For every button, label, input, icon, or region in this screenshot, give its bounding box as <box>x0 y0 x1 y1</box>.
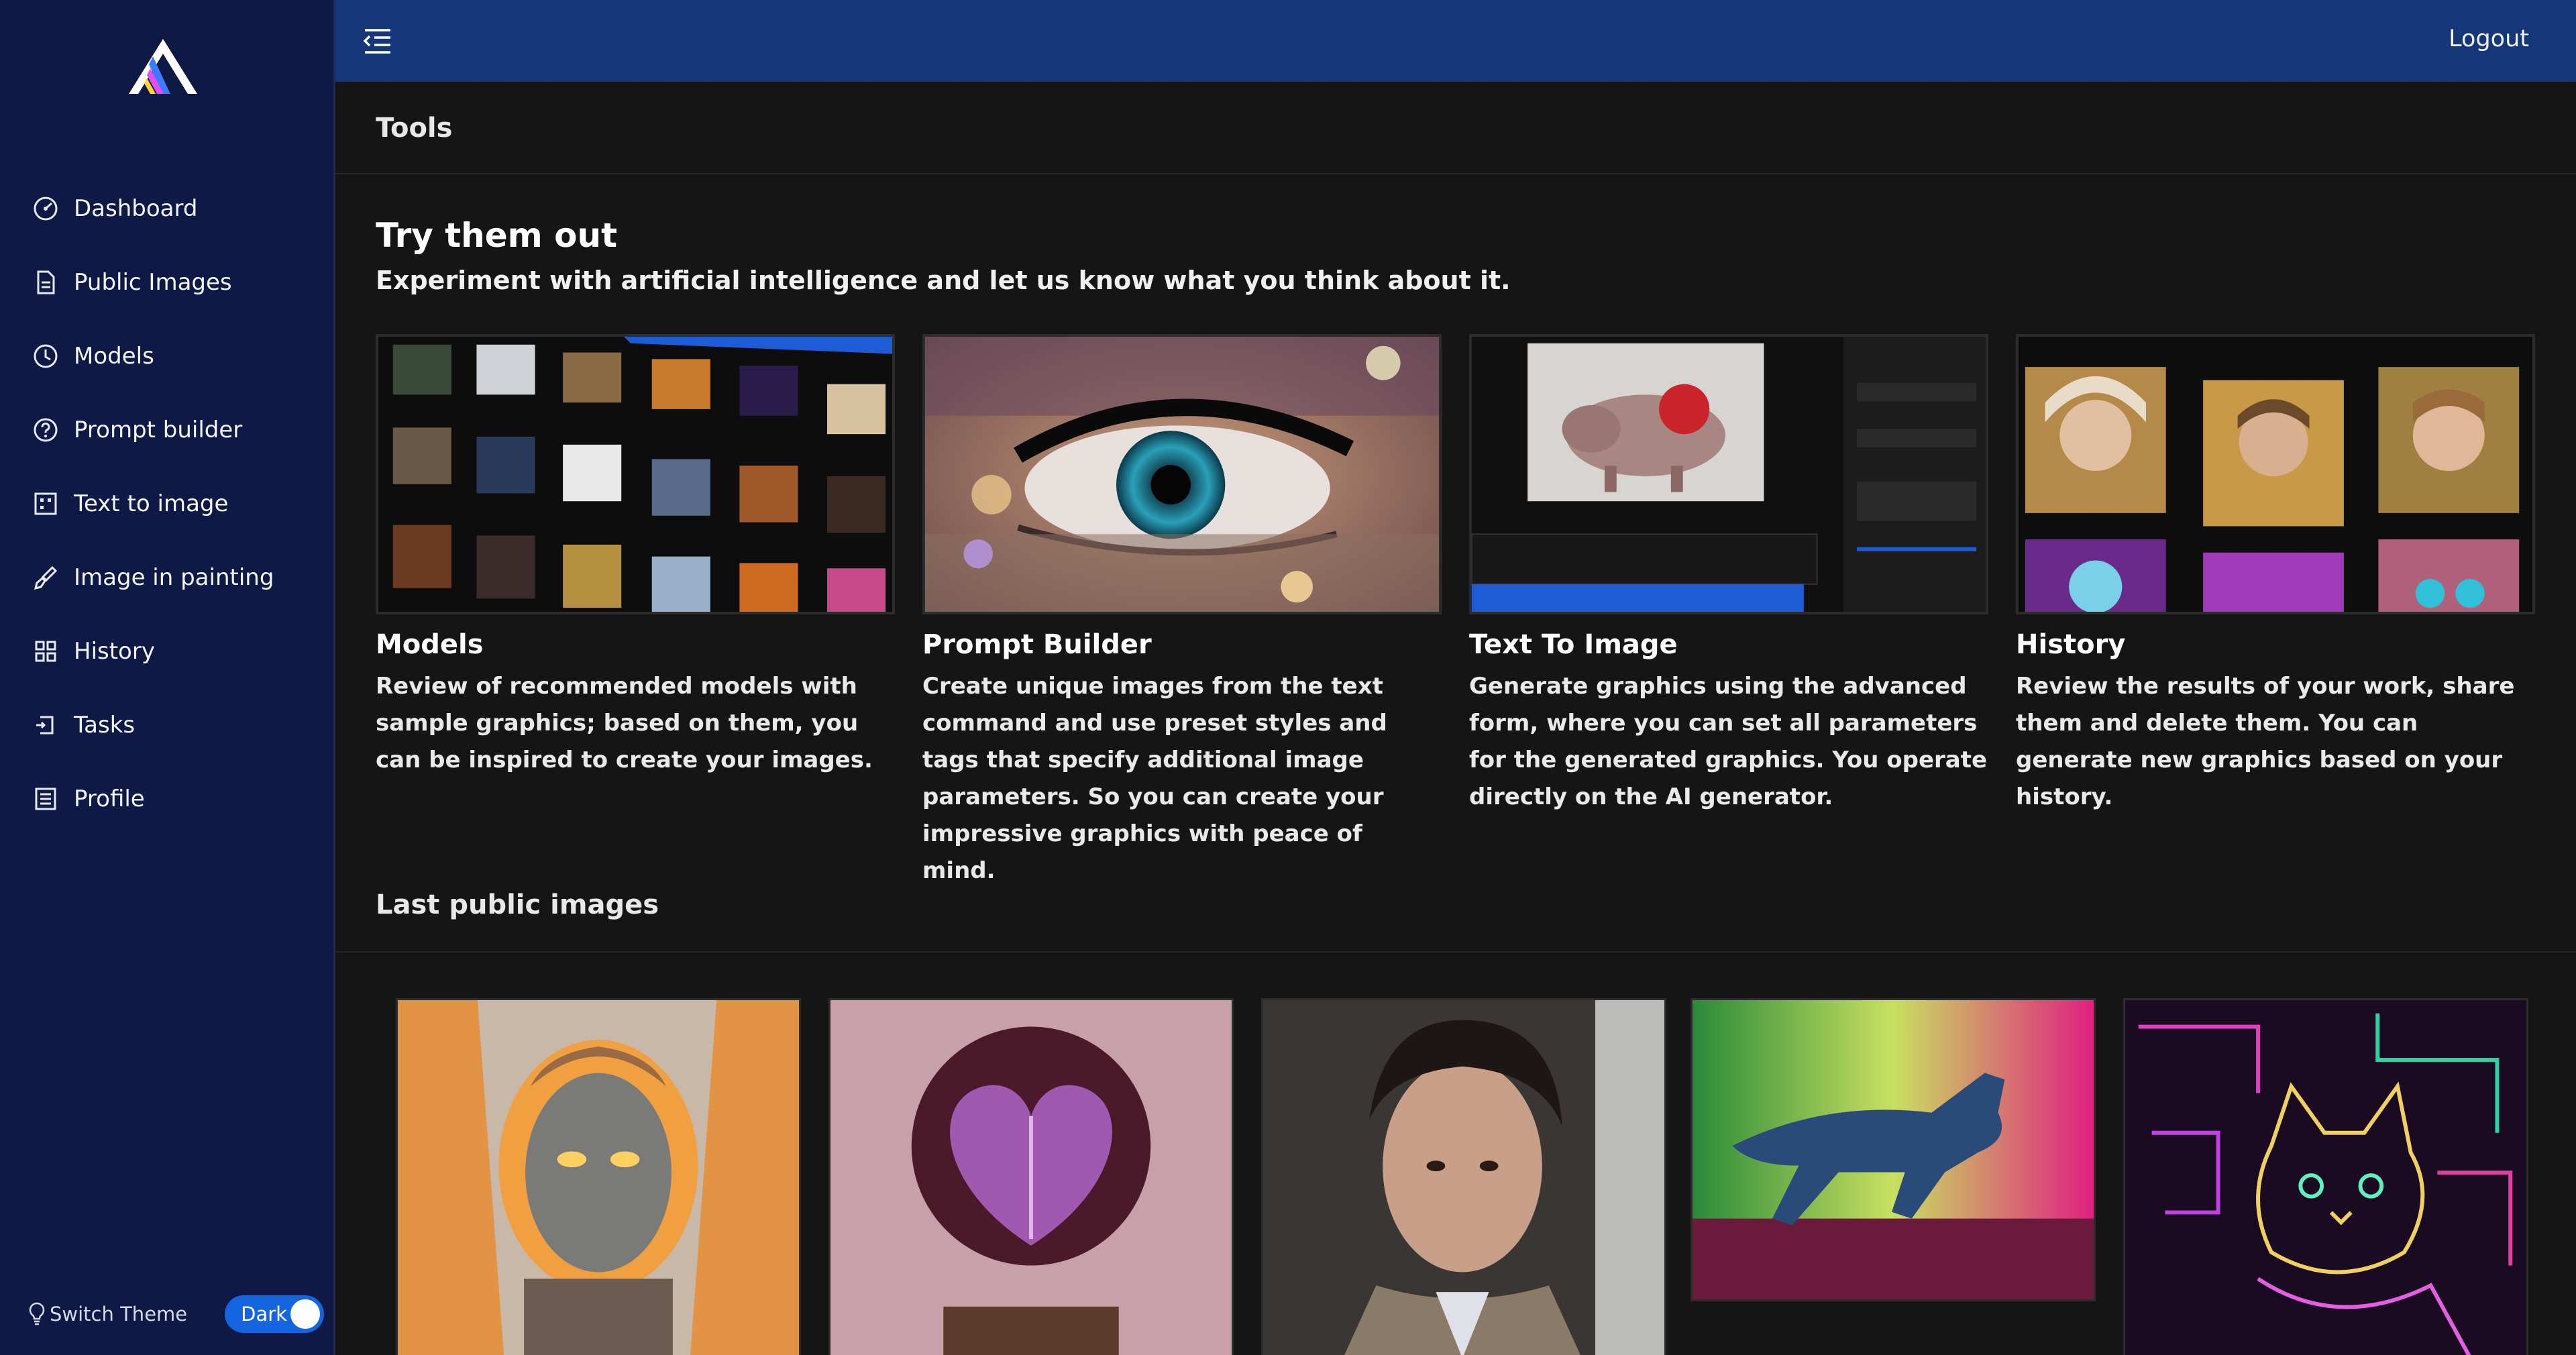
sidebar-item-models[interactable]: Models <box>0 319 335 393</box>
sidebar-item-label: Models <box>74 343 154 370</box>
app-logo[interactable] <box>126 36 200 97</box>
sidebar-nav: Dashboard Public Images Models Prompt bu… <box>0 172 335 836</box>
logout-button[interactable]: Logout <box>2449 25 2529 52</box>
theme-toggle[interactable]: Dark <box>225 1295 325 1333</box>
try-heading: Try them out <box>376 216 618 255</box>
sidebar-item-label: Profile <box>74 785 145 812</box>
tool-card-text-to-image[interactable]: Text To Image Generate graphics using th… <box>1469 334 1988 816</box>
tool-card-history[interactable]: History Review the results of your work,… <box>2016 334 2535 816</box>
theme-toggle-value: Dark <box>241 1303 287 1325</box>
sidebar-item-label: History <box>74 638 155 665</box>
tool-card-models[interactable]: Models Review of recommended models with… <box>376 334 895 779</box>
sidebar-item-label: Tasks <box>74 712 136 739</box>
card-title: History <box>2016 629 2126 660</box>
public-images-section-title: Last public images <box>376 889 659 920</box>
list-box-icon <box>32 785 59 812</box>
sidebar-item-label: Text to image <box>74 490 229 517</box>
sidebar-item-text-to-image[interactable]: Text to image <box>0 467 335 541</box>
card-title: Prompt Builder <box>922 629 1152 660</box>
lightbulb-icon <box>29 1302 45 1325</box>
sidebar-item-prompt-builder[interactable]: Prompt builder <box>0 393 335 467</box>
public-image-curly-haired-man[interactable] <box>1261 998 1666 1355</box>
top-bar: Logout <box>335 0 2576 82</box>
apps-grid-icon <box>32 638 59 665</box>
card-description: Generate graphics using the advanced for… <box>1469 673 1988 810</box>
card-description: Create unique images from the text comma… <box>922 673 1387 884</box>
try-subheading: Experiment with artificial intelligence … <box>376 266 1511 295</box>
sidebar-item-history[interactable]: History <box>0 614 335 688</box>
card-title: Models <box>376 629 484 660</box>
public-image-neon-cat[interactable] <box>2123 998 2528 1355</box>
sidebar-item-public-images[interactable]: Public Images <box>0 246 335 319</box>
sidebar-item-tasks[interactable]: Tasks <box>0 688 335 762</box>
toggle-knob <box>290 1299 321 1329</box>
section-divider <box>335 951 2576 953</box>
menu-collapse-icon[interactable] <box>362 27 393 55</box>
public-image-fiery-statue[interactable] <box>396 998 801 1355</box>
sidebar-item-label: Dashboard <box>74 195 198 222</box>
sidebar-item-label: Prompt builder <box>74 417 243 443</box>
tasks-icon <box>32 712 59 739</box>
card-description: Review the results of your work, share t… <box>2016 673 2515 810</box>
public-image-cabbage-heart[interactable] <box>828 998 1234 1355</box>
models-preview-image[interactable] <box>376 334 895 614</box>
theme-switch-label: Switch Theme <box>50 1303 188 1325</box>
clock-icon <box>32 343 59 370</box>
brush-icon <box>32 564 59 591</box>
card-description: Review of recommended models with sample… <box>376 673 873 773</box>
text-to-image-preview-image[interactable] <box>1469 334 1988 614</box>
sidebar-item-dashboard[interactable]: Dashboard <box>0 172 335 246</box>
document-icon <box>32 269 59 296</box>
gauge-icon <box>32 195 59 222</box>
card-title: Text To Image <box>1469 629 1678 660</box>
theme-switch: Switch Theme Dark <box>27 1295 325 1334</box>
sidebar-item-label: Public Images <box>74 269 232 296</box>
prompt-builder-preview-image[interactable] <box>922 334 1442 614</box>
sidebar-item-label: Image in painting <box>74 564 274 591</box>
sidebar: Dashboard Public Images Models Prompt bu… <box>0 0 335 1355</box>
tool-card-prompt-builder[interactable]: Prompt Builder Create unique images from… <box>922 334 1442 889</box>
tools-section-title: Tools <box>376 113 453 144</box>
sidebar-item-image-in-painting[interactable]: Image in painting <box>0 541 335 614</box>
section-divider <box>335 173 2576 174</box>
grid-box-icon <box>32 490 59 517</box>
public-image-neon-wolf[interactable] <box>1690 998 2096 1301</box>
history-preview-image[interactable] <box>2016 334 2535 614</box>
sidebar-item-profile[interactable]: Profile <box>0 762 335 836</box>
help-circle-icon <box>32 417 59 443</box>
